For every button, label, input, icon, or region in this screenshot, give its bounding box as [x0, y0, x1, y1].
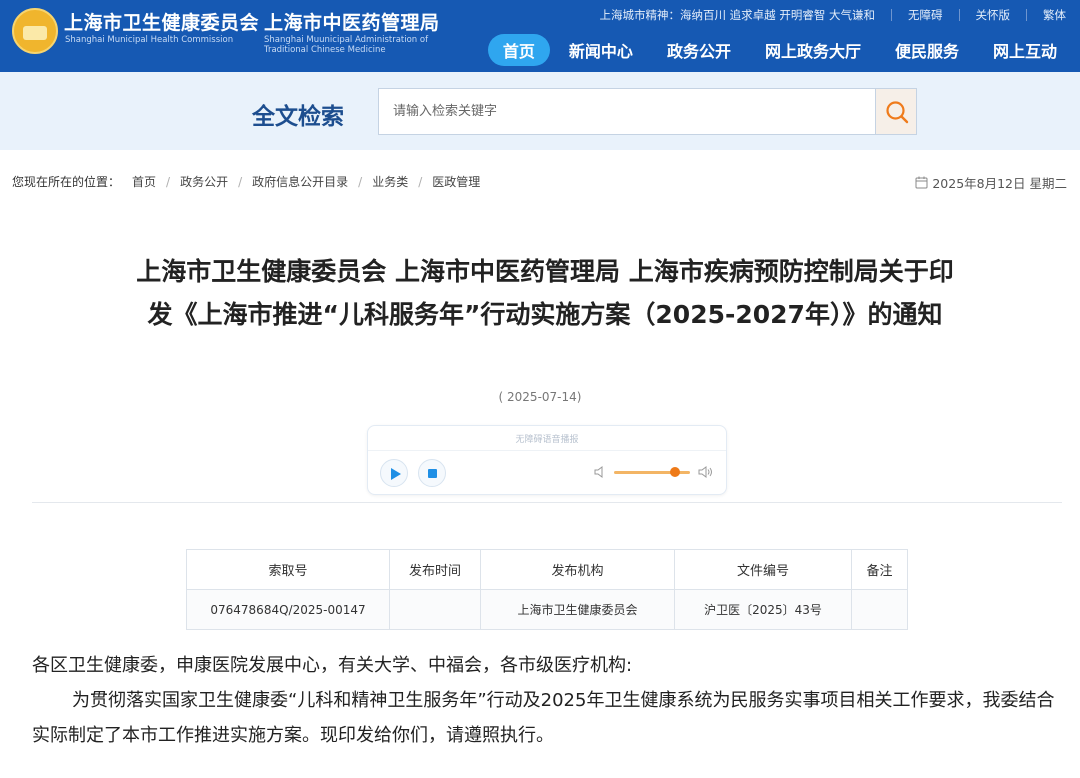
breadcrumb-home[interactable]: 首页 [132, 173, 156, 190]
accessibility-link[interactable]: 无障碍 [908, 7, 943, 23]
nav-online-service-hall[interactable]: 网上政务大厅 [750, 34, 876, 66]
search-band: 全文检索 [0, 72, 1080, 150]
search-input[interactable] [379, 89, 875, 134]
player-caption: 无障碍语音播报 [515, 435, 579, 445]
breadcrumb-lead: 您现在所在的位置： [12, 175, 121, 189]
body-paragraph: 为贯彻落实国家卫生健康委“儿科和精神卫生服务年”行动及2025年卫生健康系统为民… [32, 690, 1055, 746]
breadcrumb-government-affairs[interactable]: 政务公开 [180, 173, 228, 190]
calendar-icon [915, 176, 928, 189]
breadcrumb-disclosure-catalog[interactable]: 政府信息公开目录 [252, 173, 348, 190]
breadcrumb-medical-administration[interactable]: 医政管理 [432, 173, 480, 190]
divider [1026, 9, 1027, 21]
publish-date: ( 2025-07-14) [498, 390, 582, 404]
breadcrumb-business[interactable]: 业务类 [372, 173, 408, 190]
header-publish-time: 发布时间 [389, 549, 481, 590]
nav-government-affairs[interactable]: 政务公开 [652, 34, 746, 66]
nav-home[interactable]: 首页 [487, 34, 550, 66]
play-button[interactable] [380, 459, 408, 487]
city-spirit-text: 上海城市精神：海纳百川 追求卓越 开明睿智 大气谦和 [599, 8, 875, 22]
cell-document-number: 沪卫医〔2025〕43号 [674, 589, 852, 630]
breadcrumb-separator: / [418, 174, 423, 189]
main-nav: 首页 新闻中心 政务公开 网上政务大厅 便民服务 网上互动 [484, 34, 1072, 66]
cell-index-number: 076478684Q/2025-00147 [186, 589, 390, 630]
volume-low-icon[interactable] [594, 465, 606, 479]
search-icon [886, 101, 909, 124]
nav-news[interactable]: 新闻中心 [554, 34, 648, 66]
document-meta-table: 索取号 发布时间 发布机构 文件编号 备注 076478684Q/2025-00… [186, 549, 908, 630]
stop-button[interactable] [418, 459, 446, 487]
top-utility-bar: 上海城市精神：海纳百川 追求卓越 开明睿智 大气谦和 无障碍 关怀版 繁体 [600, 7, 1066, 23]
org-name-tcm-administration-en: Shanghai Muunicipal Administration of Tr… [264, 35, 429, 55]
article-body: 各区卫生健康委，申康医院发展中心，有关大学、中福会，各市级医疗机构: 为贯彻落实… [32, 648, 1062, 753]
header-document-number: 文件编号 [674, 549, 852, 590]
search-box [378, 88, 876, 135]
table-header-row: 索取号 发布时间 发布机构 文件编号 备注 [186, 549, 908, 590]
cell-publish-time [389, 589, 481, 630]
date-text: 2025年8月12日 星期二 [932, 176, 1067, 191]
org-name-tcm-administration[interactable]: 上海市中医药管理局 [264, 8, 440, 35]
traditional-chinese-link[interactable]: 繁体 [1043, 7, 1066, 23]
volume-slider-handle[interactable] [670, 467, 680, 477]
header-issuing-agency: 发布机构 [480, 549, 675, 590]
salutation: 各区卫生健康委，申康医院发展中心，有关大学、中福会，各市级医疗机构: [32, 655, 633, 676]
table-row: 076478684Q/2025-00147 上海市卫生健康委员会 沪卫医〔202… [186, 589, 908, 630]
divider [32, 502, 1062, 503]
site-header: 上海市卫生健康委员会 Shanghai Municipal Health Com… [0, 0, 1080, 72]
breadcrumb-separator: / [166, 174, 171, 189]
article-title: 上海市卫生健康委员会 上海市中医药管理局 上海市疾病预防控制局关于印发《上海市推… [136, 257, 954, 329]
breadcrumb: 您现在所在的位置： 首页 / 政务公开 / 政府信息公开目录 / 业务类 / 医… [12, 173, 480, 190]
header-remarks: 备注 [851, 549, 908, 590]
search-button[interactable] [875, 88, 917, 135]
divider [958, 9, 960, 21]
cell-issuing-agency: 上海市卫生健康委员会 [480, 589, 675, 630]
play-icon [391, 468, 401, 480]
header-index-number: 索取号 [186, 549, 390, 590]
nav-public-services[interactable]: 便民服务 [880, 34, 974, 66]
cell-remarks [851, 589, 908, 630]
stop-icon [428, 469, 437, 478]
emblem-logo[interactable] [12, 8, 58, 54]
breadcrumb-separator: / [238, 174, 243, 189]
audio-player: 无障碍语音播报 [367, 425, 727, 495]
care-mode-link[interactable]: 关怀版 [976, 7, 1011, 23]
divider [891, 9, 892, 21]
current-date: 2025年8月12日 星期二 [915, 173, 1067, 192]
org-name-health-commission[interactable]: 上海市卫生健康委员会 [64, 8, 259, 35]
nav-online-interaction[interactable]: 网上互动 [978, 34, 1072, 66]
volume-high-icon[interactable] [698, 465, 714, 479]
org-name-health-commission-en: Shanghai Municipal Health Commission [65, 35, 234, 45]
breadcrumb-separator: / [358, 174, 363, 189]
divider [368, 450, 726, 451]
search-title: 全文检索 [252, 104, 344, 130]
